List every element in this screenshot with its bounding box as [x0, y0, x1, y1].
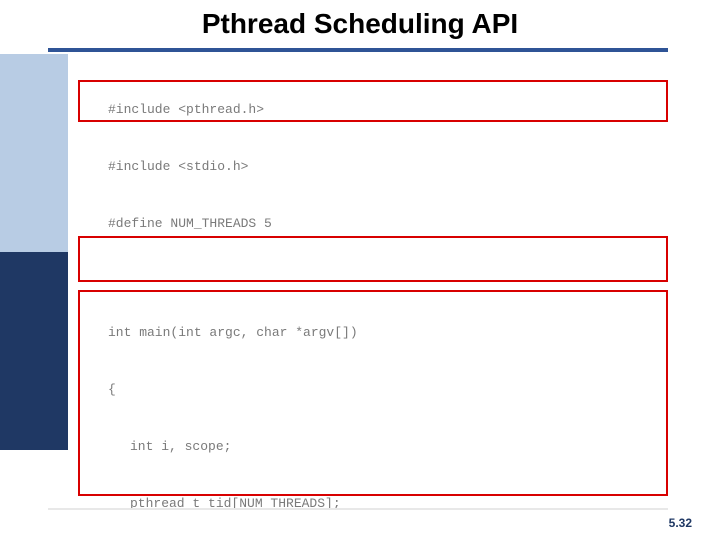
code-line: #include <stdio.h> [108, 157, 668, 176]
footer-rule [48, 508, 668, 510]
code-line: pthread_t tid[NUM_THREADS]; [108, 494, 668, 513]
code-block: #include <pthread.h> #include <stdio.h> … [108, 62, 668, 540]
sidebar-accent-bottom [0, 252, 68, 450]
code-line: #include <pthread.h> [108, 100, 668, 119]
code-line: int main(int argc, char *argv[]) [108, 323, 668, 342]
blank-line [108, 271, 668, 285]
slide-title: Pthread Scheduling API [0, 8, 720, 40]
code-line: { [108, 380, 668, 399]
sidebar-accent-top [0, 54, 68, 252]
slide: Pthread Scheduling API #include <pthread… [0, 0, 720, 540]
page-number: 5.32 [669, 516, 692, 530]
code-line: #define NUM_THREADS 5 [108, 214, 668, 233]
code-line: int i, scope; [108, 437, 668, 456]
title-underline [48, 48, 668, 52]
